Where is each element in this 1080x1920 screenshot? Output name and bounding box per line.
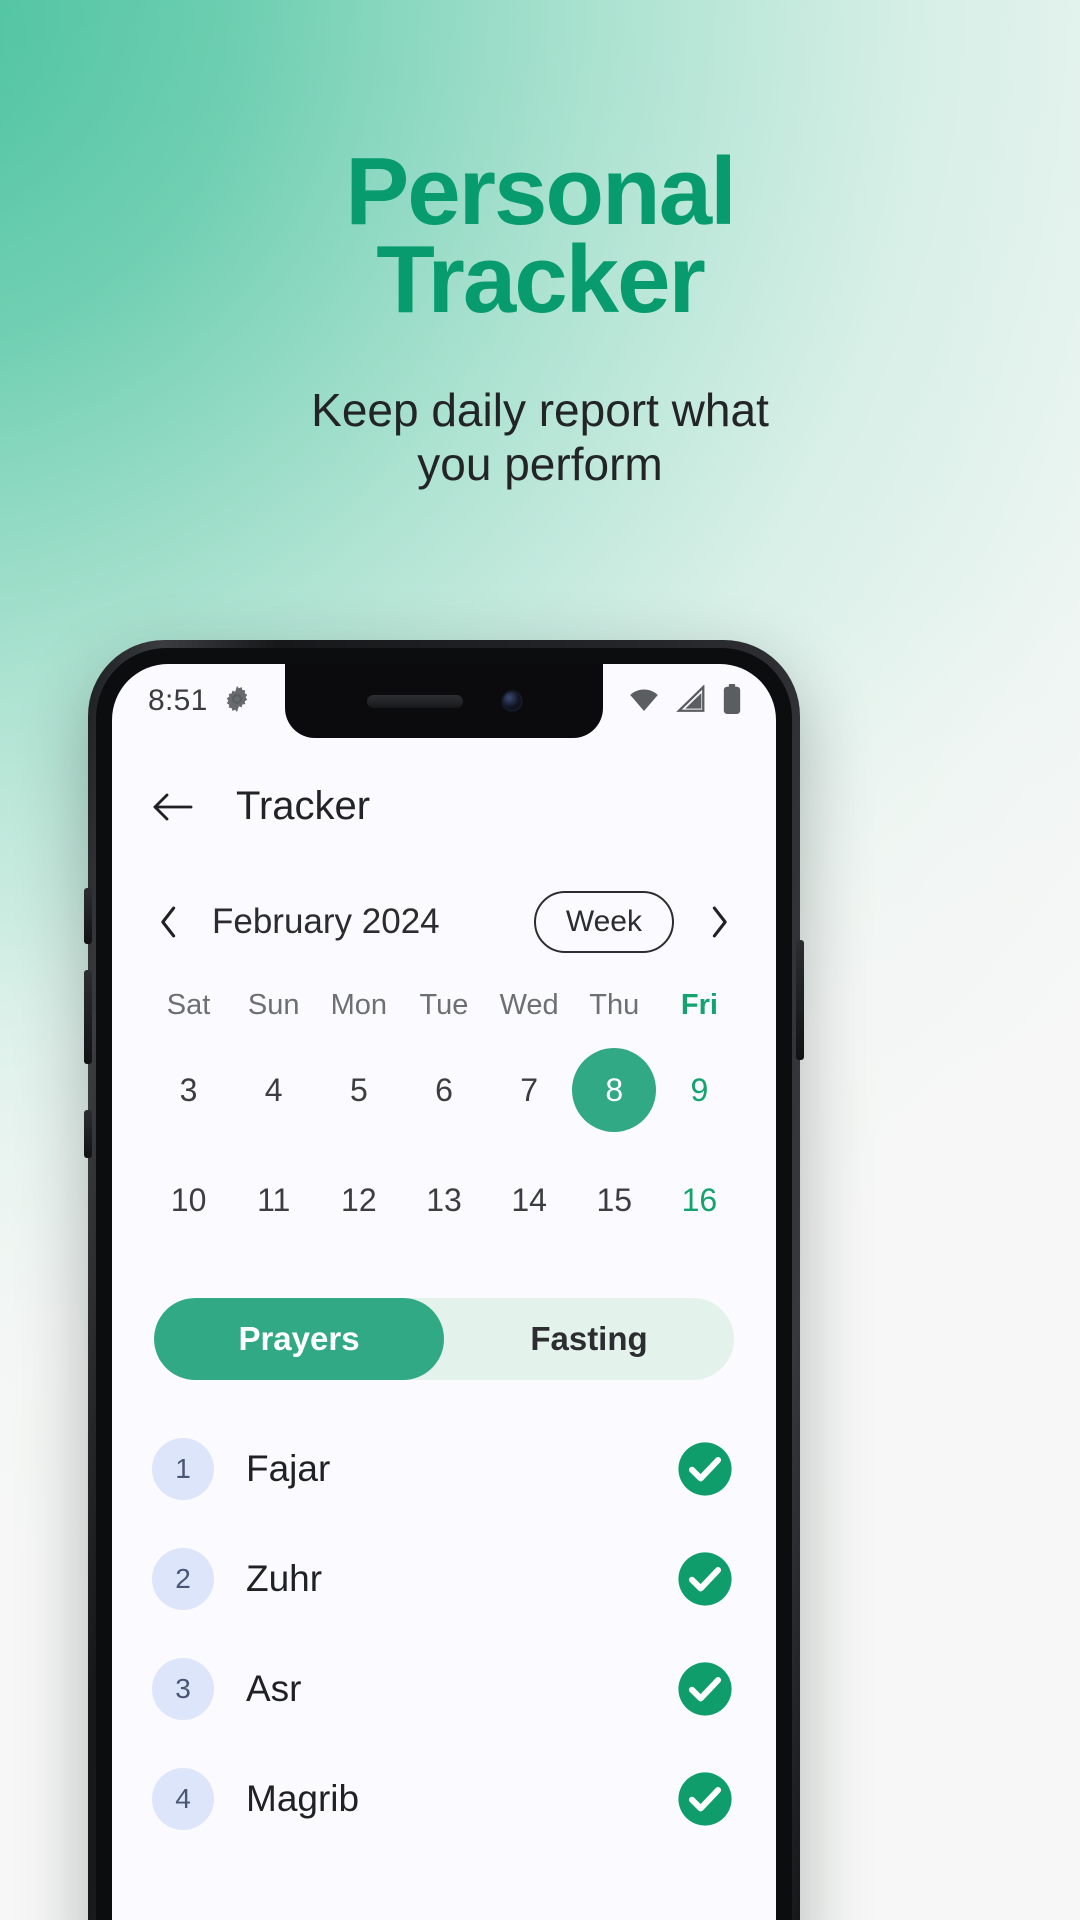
calendar-date[interactable]: 16 <box>657 1158 741 1242</box>
phone-notch <box>285 664 603 738</box>
calendar-date[interactable]: 6 <box>402 1048 486 1132</box>
calendar-date-selected[interactable]: 8 <box>572 1048 657 1132</box>
calendar-week-row: 10 11 12 13 14 15 16 <box>146 1148 742 1252</box>
prayer-row[interactable]: 4 Magrib <box>152 1744 734 1854</box>
phone-mockup: 8:51 Tracker February 2024 Week Sat Sun … <box>84 640 804 1920</box>
prayer-name: Asr <box>246 1668 302 1709</box>
status-time: 8:51 <box>148 684 208 717</box>
calendar-day-name: Sat <box>166 989 211 1021</box>
calendar-date[interactable]: 5 <box>317 1048 401 1132</box>
battery-icon <box>722 683 742 719</box>
calendar-day-name-row: Sat Sun Mon Tue Wed Thu Fri <box>146 979 742 1032</box>
calendar-date[interactable]: 7 <box>487 1048 571 1132</box>
promo-title: Personal Tracker <box>345 138 737 334</box>
promo-subtitle: Keep daily report what you perform <box>311 383 769 490</box>
volume-down-button[interactable] <box>84 970 92 1064</box>
prayer-row[interactable]: 3 Asr <box>152 1634 734 1744</box>
calendar-day-name: Thu <box>589 989 640 1021</box>
calendar-week-row: 3456789 <box>146 1038 742 1142</box>
calendar-next-button[interactable] <box>696 905 742 939</box>
promo-header: Personal Tracker Keep daily report what … <box>0 138 1080 491</box>
calendar-prev-button[interactable] <box>146 905 192 939</box>
prayer-index-badge: 2 <box>152 1548 214 1610</box>
calendar-date[interactable]: 13 <box>402 1158 486 1242</box>
check-circle-icon[interactable] <box>676 1770 734 1828</box>
prayer-name: Zuhr <box>246 1558 323 1599</box>
cellular-signal-icon <box>676 683 706 718</box>
status-bar-left: 8:51 <box>148 684 252 719</box>
gear-icon <box>222 684 252 719</box>
calendar-date[interactable]: 10 <box>147 1158 231 1242</box>
calendar: February 2024 Week Sat Sun Mon Tue Wed Thu Fri… <box>112 859 776 1252</box>
power-button[interactable] <box>796 940 804 1060</box>
calendar-date[interactable]: 12 <box>317 1158 401 1242</box>
wifi-icon <box>628 686 660 717</box>
prayer-index-badge: 1 <box>152 1438 214 1500</box>
calendar-week-rows: 3 4 5 6 7 8 9 10 11 12 13 14 15 16 <box>146 1038 742 1252</box>
check-circle-icon[interactable] <box>676 1550 734 1608</box>
phone-screen: 8:51 Tracker February 2024 Week Sat Sun … <box>112 664 776 1920</box>
calendar-day-name: Tue <box>419 989 469 1021</box>
front-camera-icon <box>503 692 521 710</box>
calendar-header: February 2024 Week <box>146 883 742 961</box>
prayer-row[interactable]: 2 Zuhr <box>152 1524 734 1634</box>
prayer-row[interactable]: 1 Fajar <box>152 1414 734 1524</box>
page-title: Tracker <box>236 784 371 828</box>
calendar-view-toggle[interactable]: Week <box>533 891 674 953</box>
app-bar: Tracker <box>112 738 776 859</box>
earpiece-speaker-icon <box>367 694 463 708</box>
calendar-day-name: Sun <box>247 989 300 1021</box>
back-button[interactable] <box>152 791 194 823</box>
tab-fasting[interactable]: Fasting <box>444 1298 734 1380</box>
calendar-date[interactable]: 3 <box>147 1048 231 1132</box>
tab-prayers[interactable]: Prayers <box>154 1298 444 1380</box>
check-circle-icon[interactable] <box>676 1660 734 1718</box>
check-circle-icon[interactable] <box>676 1440 734 1498</box>
calendar-grid: Sat Sun Mon Tue Wed Thu Fri 3 4 5 6 7 8 9 10 11 12 13 14 1… <box>146 979 742 1252</box>
prayer-index-badge: 3 <box>152 1658 214 1720</box>
volume-up-button[interactable] <box>84 888 92 944</box>
prayer-list: 1 Fajar 2 Zuhr 3 Asr 4 Magrib <box>112 1414 776 1854</box>
calendar-date[interactable]: 9 <box>657 1048 741 1132</box>
calendar-date[interactable]: 4 <box>232 1048 316 1132</box>
calendar-date[interactable]: 14 <box>487 1158 571 1242</box>
mute-switch-button[interactable] <box>84 1110 92 1158</box>
calendar-month-label: February 2024 <box>212 902 440 941</box>
calendar-date[interactable]: 15 <box>572 1158 656 1242</box>
phone-frame: 8:51 Tracker February 2024 Week Sat Sun … <box>84 640 804 1920</box>
calendar-day-name: Wed <box>499 989 559 1021</box>
calendar-day-name: Fri <box>680 989 718 1021</box>
prayer-name: Fajar <box>246 1448 331 1489</box>
prayer-index-badge: 4 <box>152 1768 214 1830</box>
calendar-date[interactable]: 11 <box>232 1158 316 1242</box>
tracker-tab-switch: Prayers Fasting <box>154 1298 734 1380</box>
status-bar-right <box>628 683 742 719</box>
prayer-name: Magrib <box>246 1778 360 1819</box>
calendar-day-name: Mon <box>330 989 388 1021</box>
